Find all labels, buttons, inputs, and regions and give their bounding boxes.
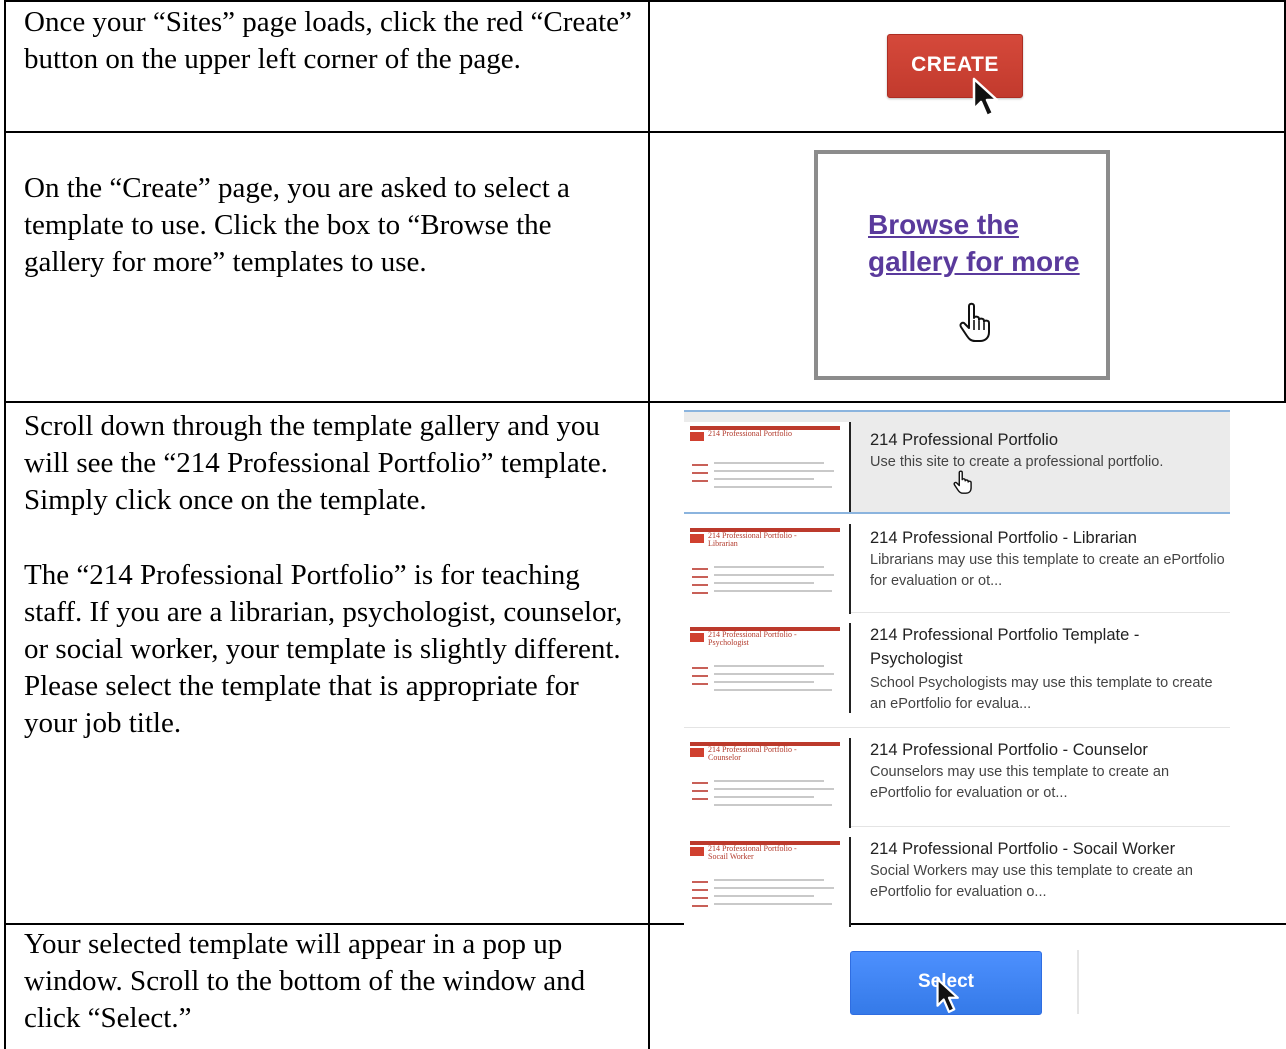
step-3-paragraph-2: The “214 Professional Portfolio” is for … (24, 559, 623, 739)
hand-cursor-icon (959, 302, 990, 342)
thumbnail-title: 214 Professional Portfolio (708, 429, 792, 438)
arrow-cursor-icon (936, 978, 959, 1013)
template-item-214-professional-portfolio[interactable]: 214 Professional Portfolio 214 Professio… (684, 410, 1230, 514)
toolbar-separator (1077, 950, 1079, 1014)
template-description: School Psychologists may use this templa… (870, 675, 1213, 712)
thumbnail-title: 214 Professional Portfolio - Socail Work… (708, 844, 797, 861)
step-2-paragraph: On the “Create” page, you are asked to s… (24, 172, 570, 278)
template-description: Use this site to create a professional p… (870, 454, 1164, 470)
template-title: 214 Professional Portfolio (870, 431, 1059, 449)
template-item-librarian[interactable]: 214 Professional Portfolio - Librarian 2… (684, 514, 1230, 614)
template-description: Librarians may use this template to crea… (870, 552, 1225, 589)
instruction-table: Once your “Sites” page loads, click the … (0, 0, 1286, 1049)
template-description: Social Workers may use this template to … (870, 863, 1193, 900)
step-3-paragraph-1: Scroll down through the template gallery… (24, 410, 608, 516)
template-thumbnail: 214 Professional Portfolio - Socail Work… (684, 837, 851, 927)
template-title: 214 Professional Portfolio - Librarian (870, 529, 1137, 547)
thumbnail-title: 214 Professional Portfolio - Psychologis… (708, 630, 797, 647)
step-4-text: Your selected template will appear in a … (24, 926, 634, 1037)
template-gallery: 214 Professional Portfolio 214 Professio… (684, 410, 1286, 927)
column-divider (648, 0, 650, 1049)
table-border-right (1284, 0, 1286, 402)
template-title: 214 Professional Portfolio - Counselor (870, 741, 1148, 759)
template-thumbnail: 214 Professional Portfolio - Counselor (684, 738, 851, 828)
step-2-text: On the “Create” page, you are asked to s… (24, 170, 634, 281)
arrow-cursor-icon (972, 77, 999, 118)
step-4-paragraph: Your selected template will appear in a … (24, 928, 586, 1034)
template-description: Counselors may use this template to crea… (870, 764, 1170, 801)
template-item-psychologist[interactable]: 214 Professional Portfolio - Psychologis… (684, 613, 1230, 728)
template-thumbnail: 214 Professional Portfolio - Librarian (684, 524, 851, 614)
table-border-left (4, 0, 6, 1049)
step-1-text: Once your “Sites” page loads, click the … (24, 4, 634, 78)
template-thumbnail: 214 Professional Portfolio - Psychologis… (684, 623, 851, 713)
thumbnail-title: 214 Professional Portfolio - Librarian (708, 531, 797, 548)
browse-gallery-box[interactable]: Browse the gallery for more (814, 150, 1110, 380)
template-title: 214 Professional Portfolio Template - Ps… (870, 626, 1140, 668)
step-3-text: Scroll down through the template gallery… (24, 408, 634, 742)
table-border-top (4, 0, 1286, 2)
template-item-social-worker[interactable]: 214 Professional Portfolio - Socail Work… (684, 827, 1230, 927)
template-thumbnail: 214 Professional Portfolio (684, 422, 851, 512)
browse-gallery-link[interactable]: Browse the gallery for more (868, 206, 1088, 280)
row-divider (4, 131, 1286, 133)
step-1-paragraph: Once your “Sites” page loads, click the … (24, 6, 632, 75)
template-item-counselor[interactable]: 214 Professional Portfolio - Counselor 2… (684, 728, 1230, 828)
template-title: 214 Professional Portfolio - Socail Work… (870, 840, 1176, 858)
row-divider (4, 923, 1286, 925)
hand-cursor-icon (953, 470, 972, 494)
thumbnail-title: 214 Professional Portfolio - Counselor (708, 745, 797, 762)
row-divider (4, 401, 1286, 403)
